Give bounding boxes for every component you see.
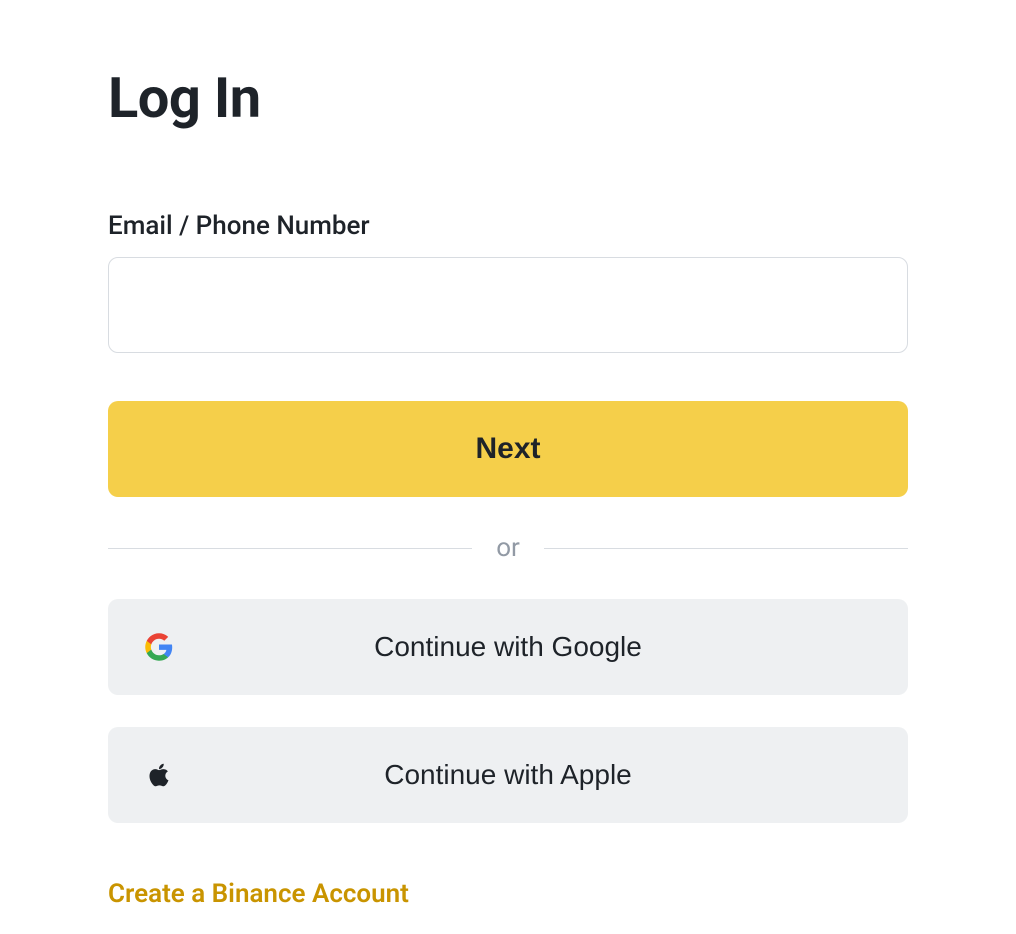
google-button-label: Continue with Google	[374, 631, 642, 663]
divider-line-left	[108, 548, 472, 549]
apple-icon	[144, 760, 174, 790]
login-container: Log In Email / Phone Number Next or Cont…	[108, 65, 908, 909]
continue-google-button[interactable]: Continue with Google	[108, 599, 908, 695]
google-icon	[144, 632, 174, 662]
email-phone-input[interactable]	[108, 257, 908, 353]
create-account-link[interactable]: Create a Binance Account	[108, 879, 409, 909]
next-button-label: Next	[475, 432, 540, 466]
divider-text: or	[472, 533, 544, 563]
divider: or	[108, 533, 908, 563]
continue-apple-button[interactable]: Continue with Apple	[108, 727, 908, 823]
divider-line-right	[544, 548, 908, 549]
email-phone-label: Email / Phone Number	[108, 211, 908, 241]
next-button[interactable]: Next	[108, 401, 908, 497]
page-title: Log In	[108, 65, 908, 131]
apple-button-label: Continue with Apple	[384, 759, 632, 791]
